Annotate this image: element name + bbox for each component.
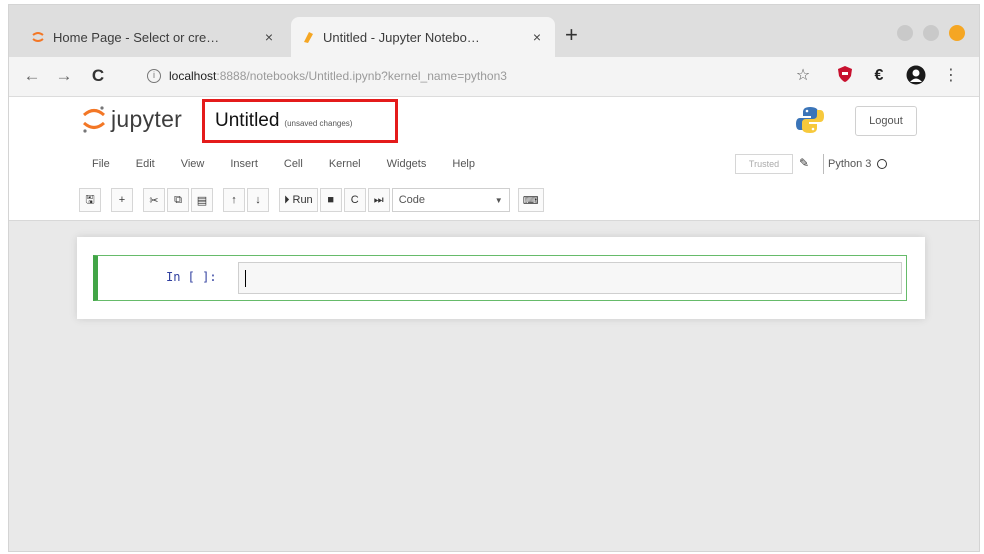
shield-extension-icon[interactable]: [835, 65, 855, 87]
input-prompt: In [ ]:: [166, 270, 217, 284]
edit-pencil-icon[interactable]: ✎: [799, 156, 809, 170]
menu-kernel[interactable]: Kernel: [316, 158, 374, 170]
jupyter-logo-icon: [82, 106, 106, 133]
save-button[interactable]: 🖫: [79, 188, 101, 212]
browser-toolbar: ← → C i localhost :8888/notebooks/Untitl…: [9, 57, 979, 97]
profile-avatar-icon[interactable]: [905, 65, 927, 87]
menu-cell[interactable]: Cell: [271, 158, 316, 170]
menu-help[interactable]: Help: [439, 158, 488, 170]
menu-insert[interactable]: Insert: [217, 158, 271, 170]
move-down-button[interactable]: ↓: [247, 188, 269, 212]
unsaved-indicator: (unsaved changes): [284, 118, 353, 128]
trusted-indicator[interactable]: Trusted: [735, 154, 793, 174]
tab-untitled-notebook[interactable]: Untitled - Jupyter Notebo… ×: [291, 17, 555, 57]
restart-kernel-button[interactable]: C: [343, 188, 366, 212]
run-label: Run: [292, 194, 313, 206]
restart-run-all-button[interactable]: ⏭: [367, 188, 390, 212]
cut-cell-button[interactable]: ✂: [143, 188, 165, 212]
browser-menu-icon[interactable]: ⋮: [943, 65, 959, 87]
notebook-title: Untitled: [215, 110, 280, 131]
close-tab-icon[interactable]: ×: [529, 29, 545, 45]
text-cursor: [245, 270, 246, 287]
python-logo-icon: [796, 107, 824, 133]
chevron-down-icon: ▼: [494, 195, 503, 205]
notebook-name[interactable]: Untitled (unsaved changes): [202, 99, 398, 143]
menu-widgets[interactable]: Widgets: [374, 158, 440, 170]
url-host: localhost: [169, 69, 217, 83]
address-bar[interactable]: i localhost :8888/notebooks/Untitled.ipy…: [147, 63, 747, 89]
command-palette-button[interactable]: ⌨: [517, 188, 544, 212]
run-icon: ⏵: [284, 193, 290, 206]
notebook-favicon-icon: [304, 32, 313, 43]
tab-strip: Home Page - Select or cre… × Untitled - …: [9, 5, 979, 57]
url-path: :8888/notebooks/Untitled.ipynb?kernel_na…: [216, 69, 507, 83]
insert-cell-button[interactable]: +: [111, 188, 133, 212]
kernel-indicator: Python 3: [823, 154, 888, 174]
new-tab-button[interactable]: +: [565, 23, 578, 47]
window-control-icon[interactable]: [897, 25, 913, 41]
jupyter-favicon-icon: [32, 32, 44, 42]
paste-cell-button[interactable]: ▤: [191, 188, 213, 212]
window-control-icon[interactable]: [949, 25, 965, 41]
jupyter-header: jupyter Untitled (unsaved changes) Logou…: [9, 97, 979, 221]
close-tab-icon[interactable]: ×: [261, 29, 277, 45]
tab-home-page[interactable]: Home Page - Select or cre… ×: [21, 17, 287, 57]
cell-type-select[interactable]: Code ▼: [391, 188, 510, 212]
window-control-icon[interactable]: [923, 25, 939, 41]
jupyter-logo-text: jupyter: [111, 105, 183, 132]
logout-button[interactable]: Logout: [855, 106, 917, 136]
tab-title: Untitled - Jupyter Notebo…: [323, 29, 480, 45]
menu-file[interactable]: File: [79, 158, 123, 170]
back-arrow-icon[interactable]: ←: [21, 65, 43, 87]
extension-icon[interactable]: €: [869, 65, 889, 87]
run-button[interactable]: ⏵ Run: [279, 188, 318, 212]
tab-title: Home Page - Select or cre…: [53, 29, 220, 45]
cell-type-value: Code: [398, 194, 425, 206]
bookmark-star-icon[interactable]: ☆: [793, 65, 813, 87]
copy-cell-button[interactable]: ⧉: [167, 188, 189, 212]
kernel-name: Python 3: [828, 158, 872, 170]
reload-icon[interactable]: C: [87, 65, 109, 87]
menu-edit[interactable]: Edit: [123, 158, 168, 170]
code-cell[interactable]: In [ ]:: [93, 255, 907, 301]
browser-window: Home Page - Select or cre… × Untitled - …: [8, 4, 980, 552]
menu-view[interactable]: View: [168, 158, 218, 170]
notebook-container: In [ ]:: [77, 237, 925, 319]
move-up-button[interactable]: ↑: [223, 188, 245, 212]
site-info-icon[interactable]: i: [147, 69, 161, 83]
kernel-status-icon: [877, 159, 888, 169]
cell-editor[interactable]: [238, 262, 902, 294]
forward-arrow-icon[interactable]: →: [53, 65, 75, 87]
notebook-toolbar: 🖫 + ✂ ⧉ ▤ ↑ ↓ ⏵ Run ■ C ⏭ Code ▼ ⌨: [79, 185, 546, 215]
jupyter-logo[interactable]: jupyter: [81, 103, 182, 135]
interrupt-kernel-button[interactable]: ■: [319, 188, 342, 212]
